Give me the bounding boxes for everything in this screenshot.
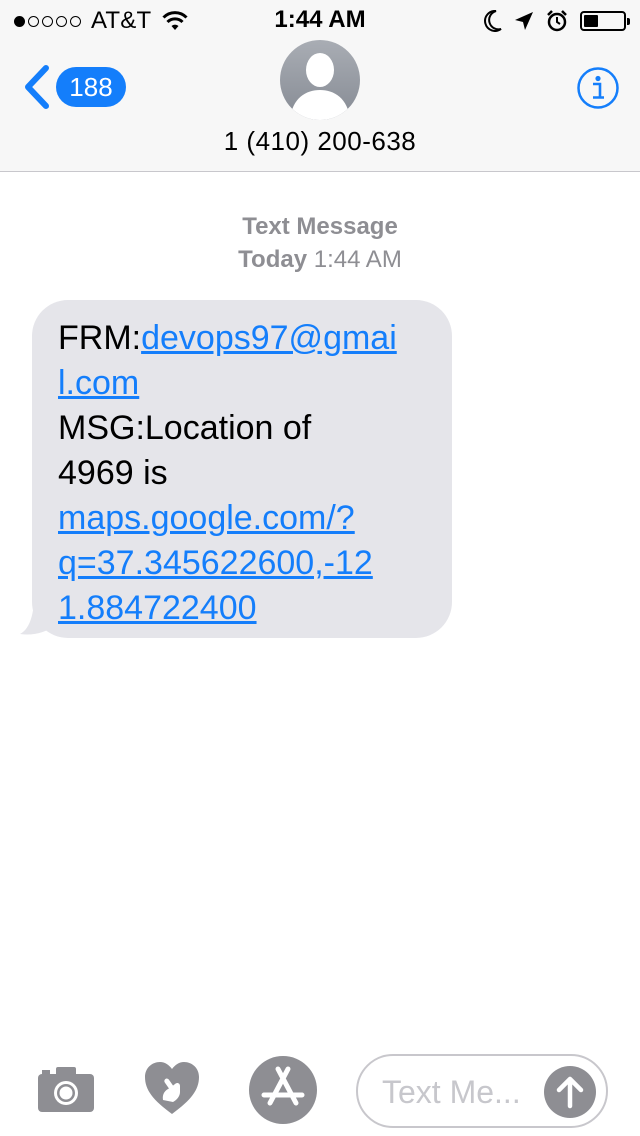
message-input-field[interactable] — [356, 1054, 608, 1128]
battery-icon — [580, 11, 630, 31]
location-arrow-icon — [515, 12, 533, 30]
back-button[interactable]: 188 — [22, 64, 126, 110]
email-link-continued[interactable]: l.com — [58, 364, 139, 402]
send-arrow-icon — [556, 1076, 584, 1109]
email-link[interactable]: devops97@gmai — [141, 319, 397, 357]
message-text: 4969 is — [58, 454, 168, 492]
message-line: l.com — [58, 361, 432, 406]
contact-avatar[interactable] — [280, 40, 360, 120]
maps-link[interactable]: maps.google.com/? — [58, 499, 355, 537]
status-bar: AT&T 1:44 AM — [0, 0, 640, 40]
conversation-header: 188 1 (410) 200-638 — [0, 40, 640, 172]
send-button[interactable] — [544, 1066, 596, 1118]
time-label: 1:44 AM — [313, 246, 402, 273]
moon-icon — [484, 10, 502, 32]
digital-touch-heart-icon[interactable] — [143, 1060, 201, 1116]
back-chevron-icon — [25, 65, 49, 109]
avatar-person-icon — [290, 53, 350, 120]
incoming-message: FRM:devops97@gmai l.com MSG:Location of … — [20, 300, 452, 638]
alarm-clock-icon — [547, 10, 567, 32]
service-label: Text Message — [242, 213, 398, 240]
message-timestamp: Text Message Today 1:44 AM — [0, 210, 640, 276]
date-time-label: Today 1:44 AM — [0, 243, 640, 276]
message-text: MSG:Location of — [58, 409, 312, 447]
camera-icon[interactable] — [36, 1064, 96, 1114]
maps-link-continued[interactable]: q=37.345622600,-12 — [58, 544, 373, 582]
message-line: 1.884722400 — [58, 586, 432, 631]
from-prefix: FRM: — [58, 319, 142, 357]
day-label: Today — [238, 246, 308, 273]
contact-name[interactable]: 1 (410) 200-638 — [0, 126, 640, 157]
message-line: maps.google.com/? — [58, 496, 432, 541]
info-icon[interactable] — [576, 66, 620, 110]
unread-count-badge: 188 — [56, 67, 126, 107]
message-input[interactable] — [382, 1068, 552, 1116]
message-bubble[interactable]: FRM:devops97@gmai l.com MSG:Location of … — [32, 300, 452, 638]
compose-bar — [0, 1040, 640, 1136]
maps-link-continued[interactable]: 1.884722400 — [58, 589, 257, 627]
status-right — [484, 8, 630, 34]
message-line: q=37.345622600,-12 — [58, 541, 432, 586]
message-line: FRM:devops97@gmai — [58, 316, 432, 361]
app-store-icon[interactable] — [248, 1055, 318, 1125]
